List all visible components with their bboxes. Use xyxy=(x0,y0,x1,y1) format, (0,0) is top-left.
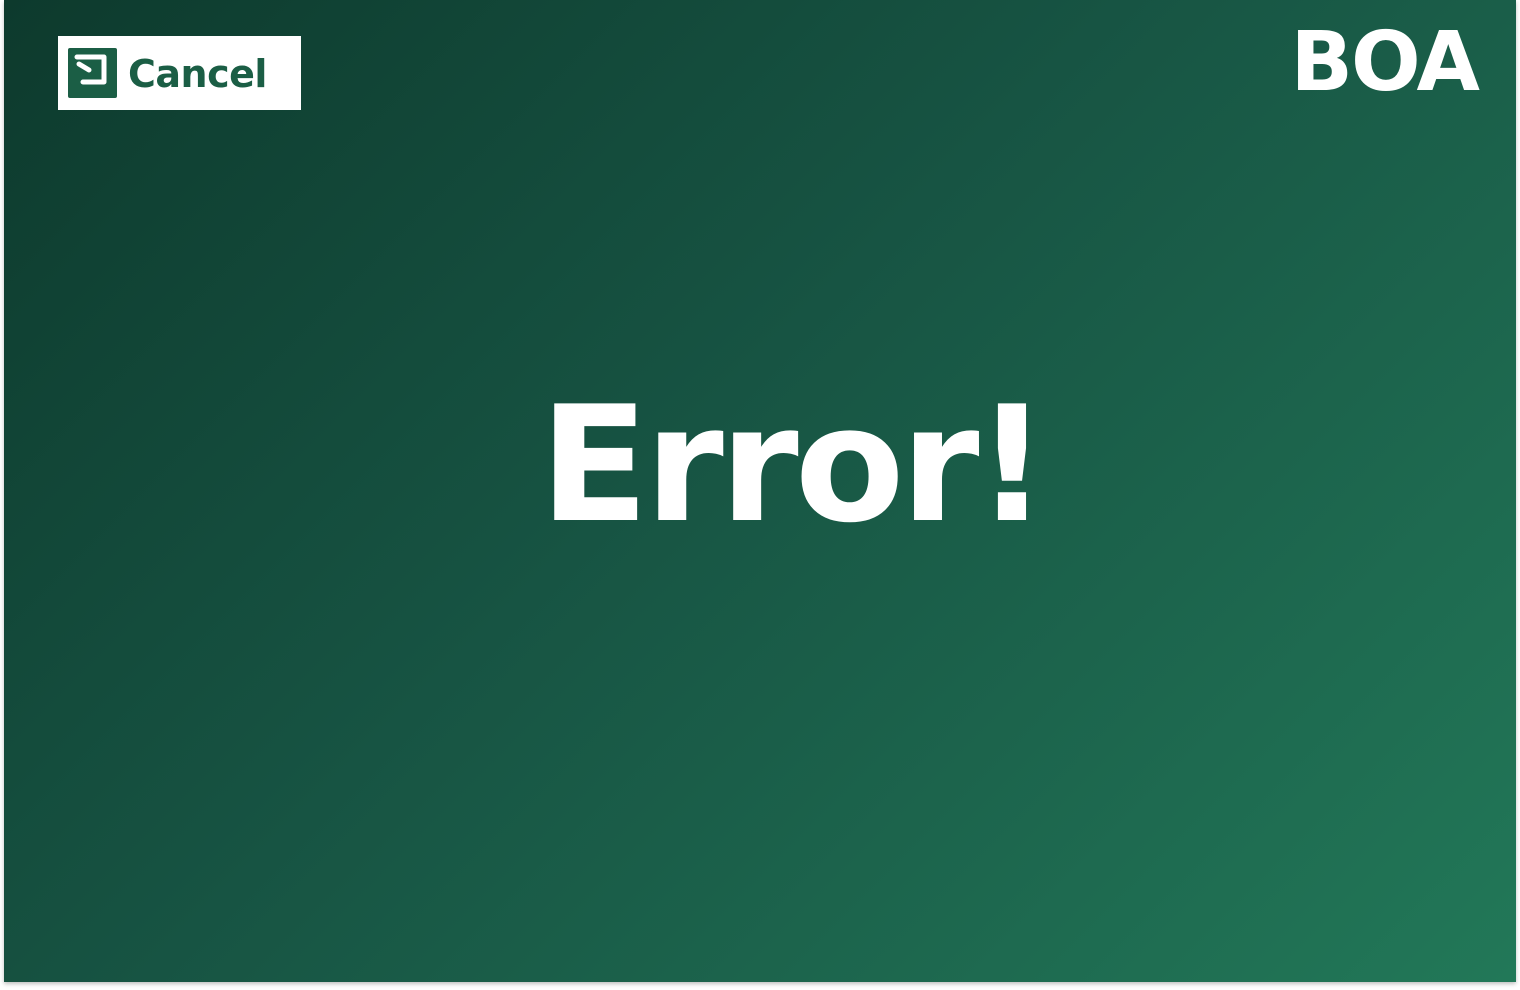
return-arrow-icon xyxy=(68,48,117,98)
brand-logo: BOA xyxy=(1290,15,1480,110)
error-screen: Cancel BOA Error! xyxy=(4,0,1516,982)
error-message: Error! xyxy=(539,371,1049,558)
cancel-button-label: Cancel xyxy=(128,52,267,96)
cancel-button[interactable]: Cancel xyxy=(58,36,301,110)
